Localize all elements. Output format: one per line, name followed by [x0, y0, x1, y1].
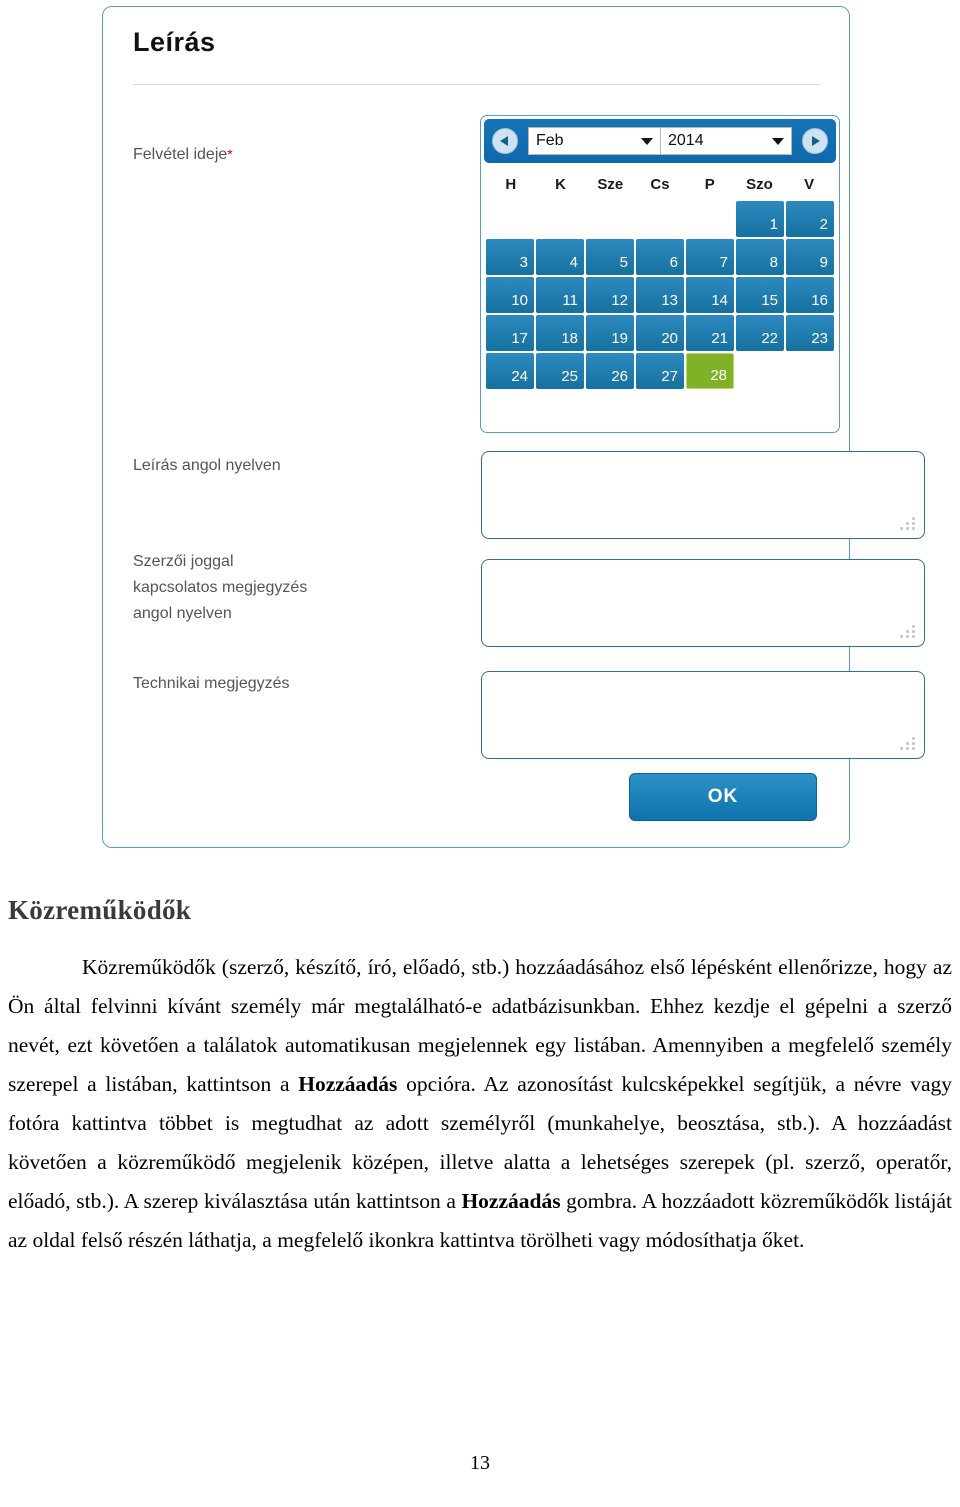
calendar-day[interactable]: 2	[786, 201, 834, 237]
dow-0: H	[505, 176, 517, 193]
calendar-day[interactable]: 25	[536, 353, 584, 389]
calendar-day[interactable]: 10	[486, 277, 534, 313]
copyright-note-textarea[interactable]	[481, 559, 925, 647]
calendar-day[interactable]: 1	[736, 201, 784, 237]
calendar-day[interactable]: 14	[686, 277, 734, 313]
required-asterisk: *	[227, 146, 233, 162]
calendar-day[interactable]: 17	[486, 315, 534, 351]
calendar-blank-cell	[586, 201, 634, 237]
ok-button[interactable]: OK	[629, 773, 817, 821]
panel-title: Leírás	[133, 27, 216, 57]
dow-5: Szo	[746, 176, 773, 193]
calendar-day[interactable]: 24	[486, 353, 534, 389]
calendar-day[interactable]: 23	[786, 315, 834, 351]
dow-2: Sze	[597, 176, 624, 193]
year-select[interactable]: 2014	[660, 127, 792, 155]
calendar-day[interactable]: 7	[686, 239, 734, 275]
description-en-label: Leírás angol nyelven	[133, 457, 281, 474]
document-body: Közreműködők Közreműködők (szerző, készí…	[8, 895, 952, 1260]
calendar-blank-cell	[486, 201, 534, 237]
resize-handle-icon[interactable]	[900, 517, 916, 531]
panel-divider	[133, 84, 821, 85]
calendar-day[interactable]: 9	[786, 239, 834, 275]
calendar-day[interactable]: 16	[786, 277, 834, 313]
calendar-day[interactable]: 13	[636, 277, 684, 313]
calendar-day[interactable]: 8	[736, 239, 784, 275]
bold-term-hozzaadas-2: Hozzáadás	[461, 1189, 561, 1213]
calendar-day[interactable]: 26	[586, 353, 634, 389]
calendar-day[interactable]: 19	[586, 315, 634, 351]
next-month-icon[interactable]	[802, 128, 828, 154]
description-en-textarea[interactable]	[481, 451, 925, 539]
month-select[interactable]: Feb	[528, 127, 660, 155]
calendar-day[interactable]: 5	[586, 239, 634, 275]
copyright-note-label: Szerzői joggal kapcsolatos megjegyzés an…	[133, 553, 308, 622]
resize-handle-icon[interactable]	[900, 625, 916, 639]
month-value: Feb	[536, 132, 564, 149]
section-heading: Közreműködők	[8, 895, 192, 925]
technical-note-textarea[interactable]	[481, 671, 925, 759]
calendar-blank-cell	[636, 201, 684, 237]
dow-6: V	[804, 176, 815, 193]
description-panel: Leírás Felvétel ideje* Feb 2014 H K Sze Cs P…	[102, 6, 925, 848]
calendar-day[interactable]: 18	[536, 315, 584, 351]
calendar-day[interactable]: 22	[736, 315, 784, 351]
calendar-day[interactable]: 21	[686, 315, 734, 351]
calendar-day[interactable]: 15	[736, 277, 784, 313]
chevron-down-icon	[641, 137, 653, 145]
calendar-day[interactable]: 27	[636, 353, 684, 389]
body-paragraph: Közreműködők (szerző, készítő, író, előa…	[8, 948, 952, 1260]
year-value: 2014	[668, 132, 704, 149]
date-field-label: Felvétel ideje*	[133, 115, 233, 168]
calendar-day[interactable]: 3	[486, 239, 534, 275]
bold-term-hozzaadas-1: Hozzáadás	[298, 1072, 398, 1096]
calendar-day[interactable]: 4	[536, 239, 584, 275]
dow-4: P	[704, 176, 715, 193]
calendar-day[interactable]: 6	[636, 239, 684, 275]
calendar-day[interactable]: 20	[636, 315, 684, 351]
calendar-day-selected[interactable]: 28	[686, 353, 734, 389]
technical-note-label: Technikai megjegyzés	[133, 675, 290, 692]
datepicker[interactable]: Feb 2014 H K Sze Cs P Szo V 1 2 3 4 5 6 7 8 9 10 11 12 13 1…	[480, 115, 840, 433]
calendar-grid[interactable]: 1 2 3 4 5 6 7 8 9 10 11 12 13 14 15 16 17 18 19 20 21 22 23 24 2…	[484, 199, 836, 391]
dow-3: Cs	[650, 176, 670, 193]
day-of-week-header: H K Sze Cs P Szo V	[484, 170, 836, 199]
date-label-text: Felvétel ideje	[133, 146, 228, 163]
calendar-day[interactable]: 11	[536, 277, 584, 313]
prev-month-icon[interactable]	[492, 128, 518, 154]
calendar-blank-cell	[536, 201, 584, 237]
page-number: 13	[470, 1452, 490, 1474]
datepicker-header: Feb 2014	[484, 119, 836, 163]
chevron-down-icon	[772, 137, 784, 145]
calendar-blank-cell	[686, 201, 734, 237]
dow-1: K	[555, 176, 566, 193]
calendar-day[interactable]: 12	[586, 277, 634, 313]
resize-handle-icon[interactable]	[900, 737, 916, 751]
